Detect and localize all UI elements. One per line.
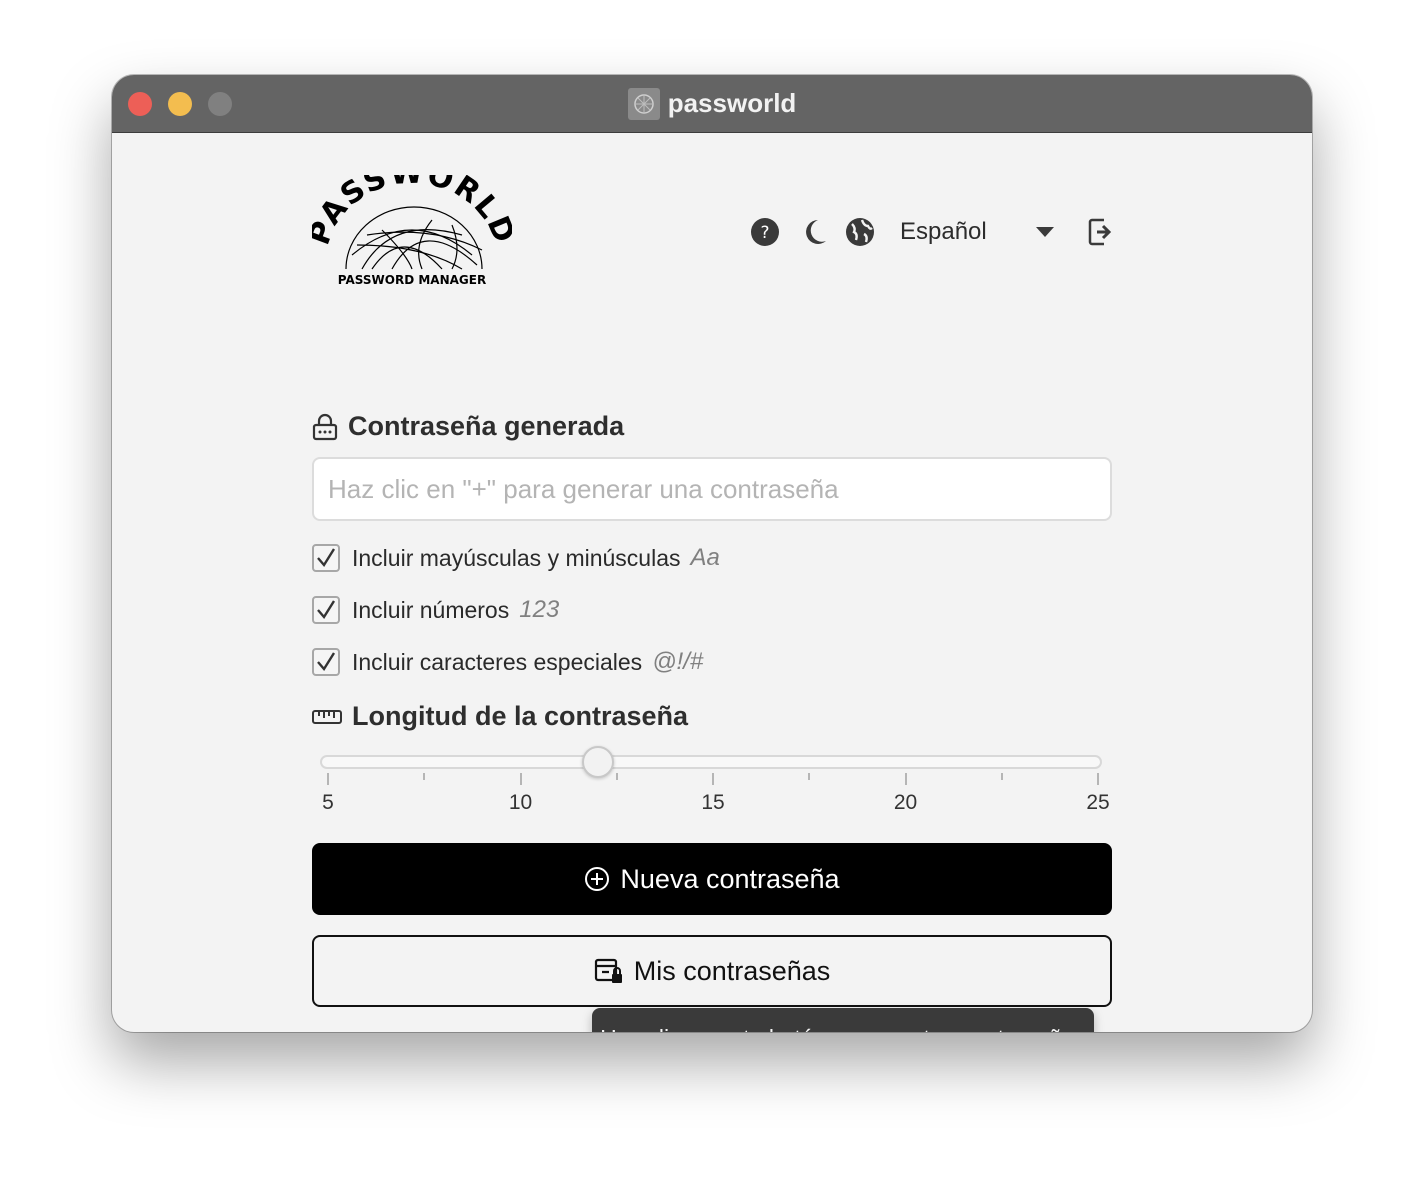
logo-subtitle: PASSWORD MANAGER <box>338 273 486 287</box>
checkmark-icon <box>317 548 336 568</box>
slider-minor-tick <box>423 773 426 780</box>
option-case-checkbox[interactable] <box>312 544 340 572</box>
slider-major-tick <box>904 773 907 785</box>
slider-minor-tick <box>1000 773 1003 780</box>
slider-tick-label: 15 <box>701 791 725 814</box>
option-special-checkbox[interactable] <box>312 648 340 676</box>
app-window: passworld PASSWORLD <box>112 75 1312 1032</box>
slider-major-tick <box>327 773 329 785</box>
generated-password-field[interactable] <box>312 457 1112 521</box>
passworld-logo: PASSWORLD PASSWORD MANAGER <box>302 155 521 290</box>
window-title-text: passworld <box>667 88 797 118</box>
slider-major-tick <box>712 773 714 785</box>
option-special-label: Incluir caracteres especiales <box>352 648 643 675</box>
new-password-button-label: Nueva contraseña <box>620 863 840 894</box>
length-slider-thumb[interactable] <box>581 746 614 778</box>
chevron-down-icon <box>1036 227 1054 237</box>
help-icon[interactable]: ? <box>750 217 780 247</box>
my-passwords-tooltip: Haz clic en este botón para ver tus cont… <box>592 1008 1094 1032</box>
checkmark-icon <box>317 652 336 672</box>
slider-minor-tick <box>808 773 811 780</box>
option-numbers-hint: 123 <box>519 596 560 623</box>
length-slider-track[interactable] <box>320 755 1102 769</box>
generated-password-heading: Contraseña generada <box>312 411 624 442</box>
app-icon <box>627 87 660 120</box>
header-toolbar: ? Español <box>750 215 1114 249</box>
my-passwords-button[interactable]: Mis contraseñas <box>312 935 1112 1007</box>
my-passwords-button-label: Mis contraseñas <box>633 955 831 986</box>
moon-icon[interactable] <box>800 217 828 247</box>
window-title: passworld <box>112 75 1312 132</box>
slider-tick-label: 5 <box>322 791 334 814</box>
option-numbers-label: Incluir números <box>352 596 510 623</box>
vault-icon <box>594 958 622 983</box>
ruler-icon <box>312 709 342 724</box>
slider-major-tick <box>519 773 522 785</box>
slider-tick-label: 20 <box>893 791 918 814</box>
option-special-row[interactable]: Incluir caracteres especiales @!/# <box>312 646 703 678</box>
option-numbers-row[interactable]: Incluir números 123 <box>312 594 559 626</box>
option-case-label: Incluir mayúsculas y minúsculas <box>352 544 681 571</box>
slider-major-tick <box>1097 773 1099 785</box>
plus-circle-icon <box>585 867 610 891</box>
lock-icon <box>312 413 338 440</box>
globe-icon[interactable] <box>844 216 876 248</box>
logout-icon[interactable] <box>1088 217 1114 247</box>
title-bar[interactable]: passworld <box>112 75 1312 133</box>
option-numbers-checkbox[interactable] <box>312 596 340 624</box>
checkmark-icon <box>317 600 336 620</box>
svg-text:PASSWORLD: PASSWORLD <box>312 175 512 250</box>
password-length-title: Longitud de la contraseña <box>352 701 689 731</box>
option-case-row[interactable]: Incluir mayúsculas y minúsculas Aa <box>312 542 720 574</box>
generated-password-title: Contraseña generada <box>348 411 625 441</box>
option-case-hint: Aa <box>690 544 720 571</box>
slider-minor-tick <box>615 773 618 780</box>
slider-tick-label: 10 <box>508 791 533 814</box>
language-select[interactable]: Español <box>900 218 1054 246</box>
option-special-hint: @!/# <box>652 648 704 675</box>
language-select-value: Español <box>900 218 987 245</box>
password-length-heading: Longitud de la contraseña <box>312 701 688 732</box>
svg-text:?: ? <box>760 223 769 243</box>
new-password-button[interactable]: Nueva contraseña <box>312 843 1112 915</box>
slider-tick-label: 25 <box>1086 791 1110 814</box>
